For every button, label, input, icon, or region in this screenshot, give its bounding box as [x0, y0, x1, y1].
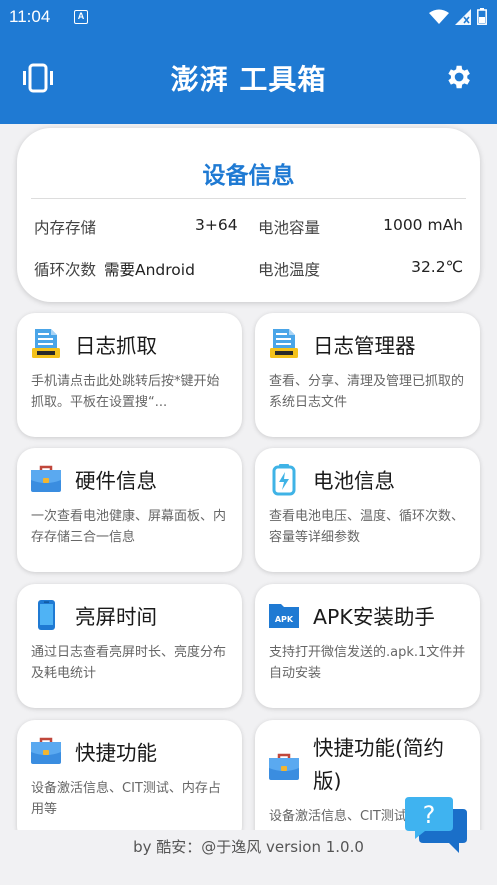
logs-icon	[270, 329, 298, 358]
tool-title: 硬件信息	[75, 469, 157, 493]
cycles-value: 需要Android	[104, 261, 195, 279]
tool-title: 日志抓取	[75, 334, 157, 358]
tool-title: 电池信息	[313, 469, 395, 493]
tool-card-log-manager[interactable]: 日志管理器 查看、分享、清理及管理已抓取的系统日志文件	[255, 313, 480, 437]
tool-title-line1: 快捷功能(简约	[313, 736, 444, 760]
temperature-label: 电池温度	[258, 261, 321, 279]
footer-text: by 酷安：@于逸风 version 1.0.0	[133, 838, 364, 856]
capacity-value: 1000 mAh	[383, 216, 463, 234]
tool-card-hardware-info[interactable]: 硬件信息 一次查看电池健康、屏幕面板、内存存储三合一信息	[17, 448, 242, 572]
cycles-label: 循环次数	[34, 261, 97, 279]
device-info-title: 设备信息	[202, 163, 295, 189]
tool-card-battery-info[interactable]: 电池信息 查看电池电压、温度、循环次数、容量等详细参数	[255, 448, 480, 572]
tool-card-screen-time[interactable]: 亮屏时间 通过日志查看亮屏时长、亮度分布及耗电统计	[17, 584, 242, 708]
status-time: 11:04	[9, 7, 51, 26]
capacity-label: 电池容量	[258, 219, 321, 237]
signal-icon	[455, 8, 471, 25]
gear-icon[interactable]	[443, 62, 473, 92]
tool-title: 亮屏时间	[75, 605, 157, 629]
tool-card-apk-installer[interactable]: APK APK安装助手 支持打开微信发送的.apk.1文件并自动安装	[255, 584, 480, 708]
wifi-icon	[429, 9, 449, 24]
app-bar: 澎湃 工具箱	[0, 34, 497, 124]
toolbox-icon	[31, 737, 61, 764]
tool-description: 查看、分享、清理及管理已抓取的系统日志文件	[269, 374, 465, 410]
tool-description: 手机请点击此处跳转后按*键开始抓取。平板在设置搜“...	[31, 374, 220, 410]
memory-value: 3+64	[195, 216, 238, 234]
app-title: 澎湃 工具箱	[170, 63, 327, 96]
temperature-value: 32.2℃	[411, 258, 463, 276]
toolbox-icon	[269, 753, 299, 780]
memory-label: 内存存储	[34, 219, 97, 237]
tool-title: APK安装助手	[313, 605, 435, 629]
help-fab-icon[interactable]: ?	[403, 795, 469, 857]
device-divider	[31, 198, 466, 199]
tool-description: 一次查看电池健康、屏幕面板、内存存储三合一信息	[31, 509, 227, 545]
tool-title: 日志管理器	[313, 334, 416, 358]
status-bar: 11:04 A	[0, 0, 497, 34]
tool-title: 快捷功能(简约 版)	[313, 732, 444, 798]
tool-description: 支持打开微信发送的.apk.1文件并自动安装	[269, 645, 466, 681]
tool-description: 查看电池电压、温度、循环次数、容量等详细参数	[269, 509, 465, 545]
notification-a-icon: A	[74, 10, 88, 24]
tool-card-shortcuts[interactable]: 快捷功能 设备激活信息、CIT测试、内存占用等	[17, 720, 242, 830]
battery-icon	[272, 464, 296, 496]
battery-status-icon	[477, 8, 487, 25]
tool-title: 快捷功能	[75, 741, 157, 765]
svg-text:APK: APK	[275, 615, 294, 624]
tool-card-log-capture[interactable]: 日志抓取 手机请点击此处跳转后按*键开始抓取。平板在设置搜“...	[17, 313, 242, 437]
apk-folder-icon: APK	[269, 604, 299, 628]
phone-icon	[38, 600, 55, 630]
main-content: 设备信息 内存存储 3+64 电池容量 1000 mAh 循环次数 需要Andr…	[0, 124, 497, 830]
tool-title-line2: 版)	[313, 769, 342, 793]
tool-description: 设备激活信息、CIT测试、内存占用等	[31, 781, 221, 817]
logs-icon	[32, 329, 60, 358]
toolbox-icon	[31, 465, 61, 492]
status-icons	[429, 8, 487, 25]
tool-description: 通过日志查看亮屏时长、亮度分布及耗电统计	[31, 645, 227, 681]
device-info-card: 设备信息 内存存储 3+64 电池容量 1000 mAh 循环次数 需要Andr…	[17, 128, 480, 302]
svg-text:?: ?	[423, 801, 436, 829]
